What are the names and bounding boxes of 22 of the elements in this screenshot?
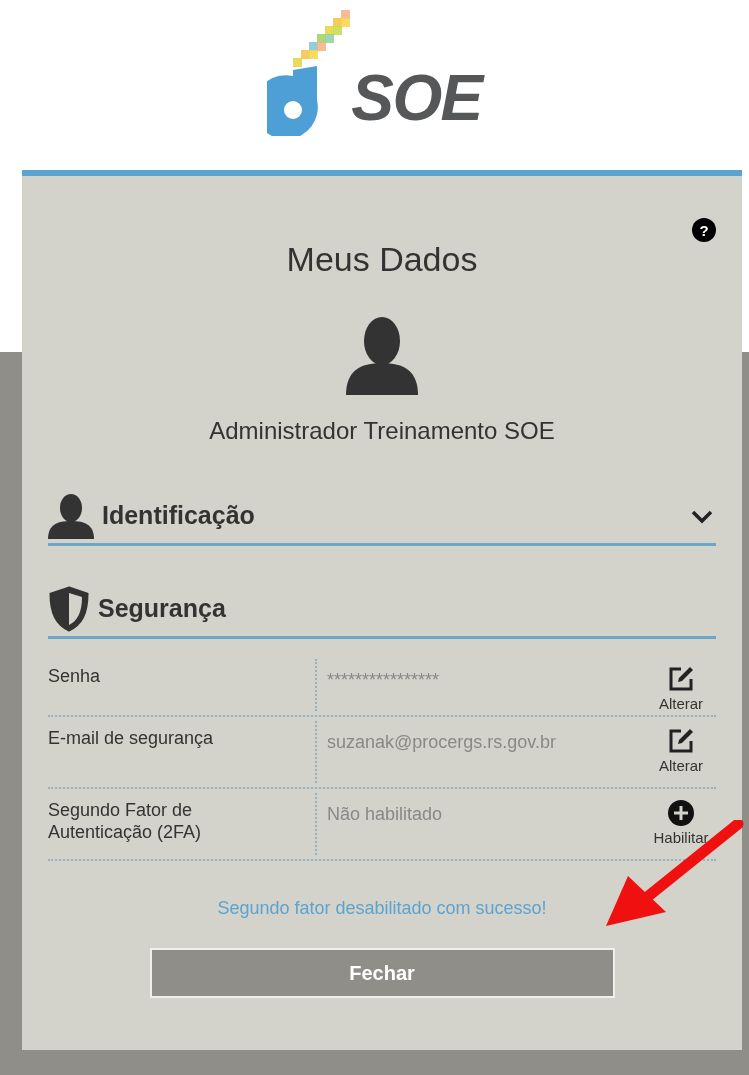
section-title: Identificação (102, 499, 256, 531)
field-value: **************** (315, 658, 646, 711)
field-label: Segundo Fator de Autenticação (2FA) (48, 798, 203, 844)
enable-button[interactable]: Habilitar (646, 788, 716, 859)
field-label: E-mail de segurança (48, 726, 215, 750)
section-title: Segurança (98, 592, 227, 624)
edit-button[interactable]: Alterar (646, 716, 716, 787)
edit-button[interactable]: Alterar (646, 654, 716, 715)
section-header[interactable]: Identificação (48, 492, 716, 546)
help-button[interactable]: ? (692, 218, 716, 242)
field-label: Senha (48, 664, 102, 688)
shield-icon (48, 585, 90, 632)
dialog-title: Meus Dados (286, 239, 478, 280)
person-icon (48, 492, 94, 539)
success-message: Segundo fator desabilitado com sucesso! (217, 896, 547, 920)
user-name: Administrador Treinamento SOE (209, 415, 555, 446)
field-value: Não habilitado (315, 792, 646, 855)
field-value: suzanak@procergs.rs.gov.br (315, 720, 646, 783)
edit-icon (667, 726, 695, 755)
edit-icon (667, 664, 695, 693)
user-avatar-icon (346, 314, 418, 395)
plus-icon (667, 798, 695, 827)
